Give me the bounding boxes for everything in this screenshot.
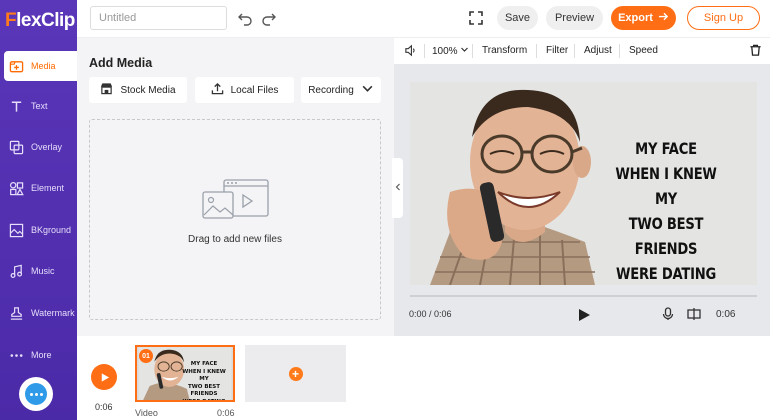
caption-line: WERE DATING xyxy=(616,264,716,283)
signup-button[interactable]: Sign Up xyxy=(687,6,760,30)
preview-area: 100% Transform Filter Adjust Speed MY FA… xyxy=(394,38,770,336)
chevron-down-icon xyxy=(460,46,469,57)
watermark-icon xyxy=(8,305,24,321)
caption-line: MY FACE xyxy=(190,361,218,367)
clip-caption: MY FACE WHEN I KNEW MY TWO BEST FRIENDS … xyxy=(179,361,229,402)
transform-button[interactable]: Transform xyxy=(482,45,527,56)
sidebar-item-media[interactable]: Media xyxy=(4,51,77,81)
overlay-icon xyxy=(8,139,24,155)
sidebar-item-music[interactable]: Music xyxy=(4,256,77,286)
video-duration: 0:06 xyxy=(716,309,736,320)
media-files-icon xyxy=(202,179,272,221)
sidebar-item-text[interactable]: Text xyxy=(4,91,77,121)
clip-type-label: Video xyxy=(135,408,158,418)
recording-dropdown[interactable]: Recording xyxy=(301,77,381,103)
media-panel: Add Media Stock Media Local Files Record… xyxy=(77,38,394,336)
caption-line: WHEN I KNEW MY xyxy=(182,368,226,383)
preview-button[interactable]: Preview xyxy=(546,6,603,30)
add-clip-button[interactable]: + xyxy=(245,345,346,402)
sidebar-item-label: Media xyxy=(31,61,56,71)
chevron-down-icon xyxy=(361,82,374,98)
undo-icon[interactable] xyxy=(237,10,253,26)
media-add-icon xyxy=(8,58,24,74)
clip-number-badge: 01 xyxy=(139,349,153,363)
timeline-play-button[interactable] xyxy=(91,364,117,390)
caption-line: WERE DATING xyxy=(182,398,226,402)
play-icon[interactable] xyxy=(577,308,591,322)
volume-icon[interactable] xyxy=(404,44,417,60)
music-icon xyxy=(8,263,24,279)
header: Save Preview Export Sign Up xyxy=(77,0,770,38)
dropzone[interactable]: Drag to add new files xyxy=(89,119,381,320)
fullscreen-icon[interactable] xyxy=(468,10,484,26)
local-files-button[interactable]: Local Files xyxy=(195,77,294,103)
redo-icon[interactable] xyxy=(261,10,277,26)
timeline-total-time: 0:06 xyxy=(95,402,113,412)
video-toolbar: 100% Transform Filter Adjust Speed xyxy=(394,38,770,64)
background-icon xyxy=(8,222,24,238)
timeline-clip[interactable]: 01 MY FACE WHEN I KNEW MY TWO BEST FRIEN… xyxy=(135,345,235,402)
export-label: Export xyxy=(618,12,653,24)
playback-progress-bar[interactable] xyxy=(410,295,757,297)
trash-icon[interactable] xyxy=(749,43,762,60)
clip-duration: 0:06 xyxy=(217,408,235,418)
stock-media-button[interactable]: Stock Media xyxy=(89,77,187,103)
sidebar-item-label: BKground xyxy=(31,225,72,235)
sidebar-item-label: Music xyxy=(31,266,55,276)
sidebar-item-element[interactable]: Element xyxy=(4,173,77,203)
collapse-panel-button[interactable] xyxy=(392,158,403,218)
element-icon xyxy=(8,180,24,196)
video-canvas[interactable]: MY FACE WHEN I KNEW MY TWO BEST FRIENDS … xyxy=(410,82,757,285)
local-files-label: Local Files xyxy=(230,84,279,96)
text-icon xyxy=(8,98,24,114)
store-icon xyxy=(100,82,113,98)
sidebar-item-watermark[interactable]: Watermark xyxy=(4,298,77,328)
play-icon xyxy=(101,372,109,382)
arrow-right-icon xyxy=(658,11,669,25)
export-button[interactable]: Export xyxy=(611,6,676,30)
chat-bubble-icon xyxy=(25,383,47,405)
more-dots-icon xyxy=(8,347,24,363)
sidebar-item-label: Watermark xyxy=(31,308,75,318)
zoom-dropdown[interactable]: 100% xyxy=(432,45,469,57)
upload-icon xyxy=(211,82,224,98)
caption-line: TWO BEST FRIENDS xyxy=(187,383,221,398)
dropzone-text: Drag to add new files xyxy=(188,234,282,245)
recording-label: Recording xyxy=(308,84,354,96)
flexclip-logo[interactable]: FlexClip xyxy=(5,9,75,33)
speed-button[interactable]: Speed xyxy=(629,45,658,56)
sidebar-item-label: More xyxy=(31,350,52,360)
stock-media-label: Stock Media xyxy=(120,84,176,96)
timeline: 0:06 01 MY FACE WHEN I KNEW MY TWO BEST … xyxy=(77,336,770,420)
sidebar-item-label: Text xyxy=(31,101,48,111)
project-title-input[interactable] xyxy=(90,6,227,30)
filter-button[interactable]: Filter xyxy=(546,45,568,56)
sidebar-item-overlay[interactable]: Overlay xyxy=(4,132,77,162)
zoom-level: 100% xyxy=(432,46,458,57)
current-time: 0:00 / 0:06 xyxy=(409,309,452,319)
logo-text: lexClip xyxy=(16,10,75,31)
caption-line: TWO BEST FRIENDS xyxy=(628,214,704,258)
sidebar-item-bkground[interactable]: BKground xyxy=(4,215,77,245)
chevron-left-icon xyxy=(395,183,401,194)
caption-line: WHEN I KNEW MY xyxy=(615,164,717,208)
sidebar-item-more[interactable]: More xyxy=(4,340,77,370)
adjust-button[interactable]: Adjust xyxy=(584,45,612,56)
sidebar: FlexClip Media Text Overlay Element BKgr… xyxy=(0,0,77,420)
sidebar-item-label: Overlay xyxy=(31,142,63,152)
panel-title: Add Media xyxy=(89,56,153,70)
caption-line: MY FACE xyxy=(635,139,697,158)
chat-support-button[interactable] xyxy=(19,377,53,411)
meme-caption[interactable]: MY FACE WHEN I KNEW MY TWO BEST FRIENDS … xyxy=(605,136,728,285)
save-button[interactable]: Save xyxy=(497,6,538,30)
sidebar-item-label: Element xyxy=(31,183,65,193)
plus-icon: + xyxy=(288,366,303,381)
logo-letter: F xyxy=(5,10,17,31)
split-icon[interactable] xyxy=(687,307,702,322)
microphone-icon[interactable] xyxy=(661,307,676,322)
